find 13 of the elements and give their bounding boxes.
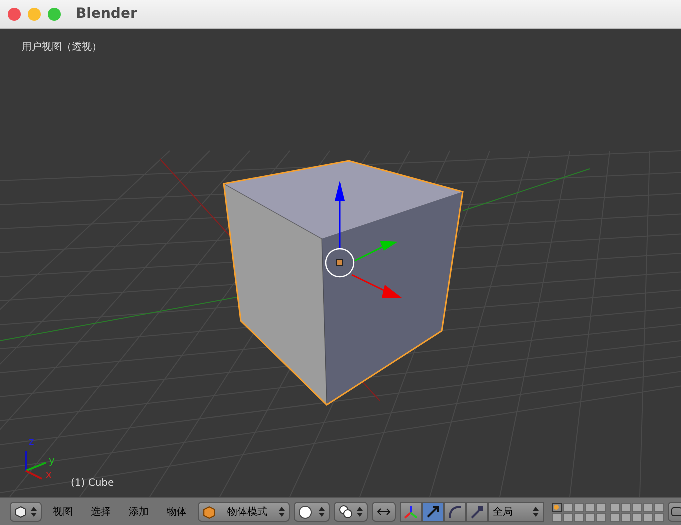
object-label: (1) Cube	[71, 478, 114, 489]
view-label: 用户视图（透视）	[22, 40, 102, 54]
orientation-dropdown[interactable]: 全局	[488, 502, 544, 522]
axis-label: z	[29, 437, 34, 448]
menu-item[interactable]: 视图	[46, 505, 80, 519]
axis-label: y	[49, 456, 55, 467]
mode-dropdown[interactable]: 物体模式	[198, 502, 290, 522]
3d-viewport[interactable]: 用户视图（透视） (1) Cube z y x	[0, 29, 681, 497]
window-title: Blender	[76, 6, 138, 22]
menu-item[interactable]: 物体	[160, 505, 194, 519]
axis-label: x	[46, 470, 52, 481]
menu-item[interactable]: 选择	[84, 505, 118, 519]
menu-item[interactable]: 添加	[122, 505, 156, 519]
